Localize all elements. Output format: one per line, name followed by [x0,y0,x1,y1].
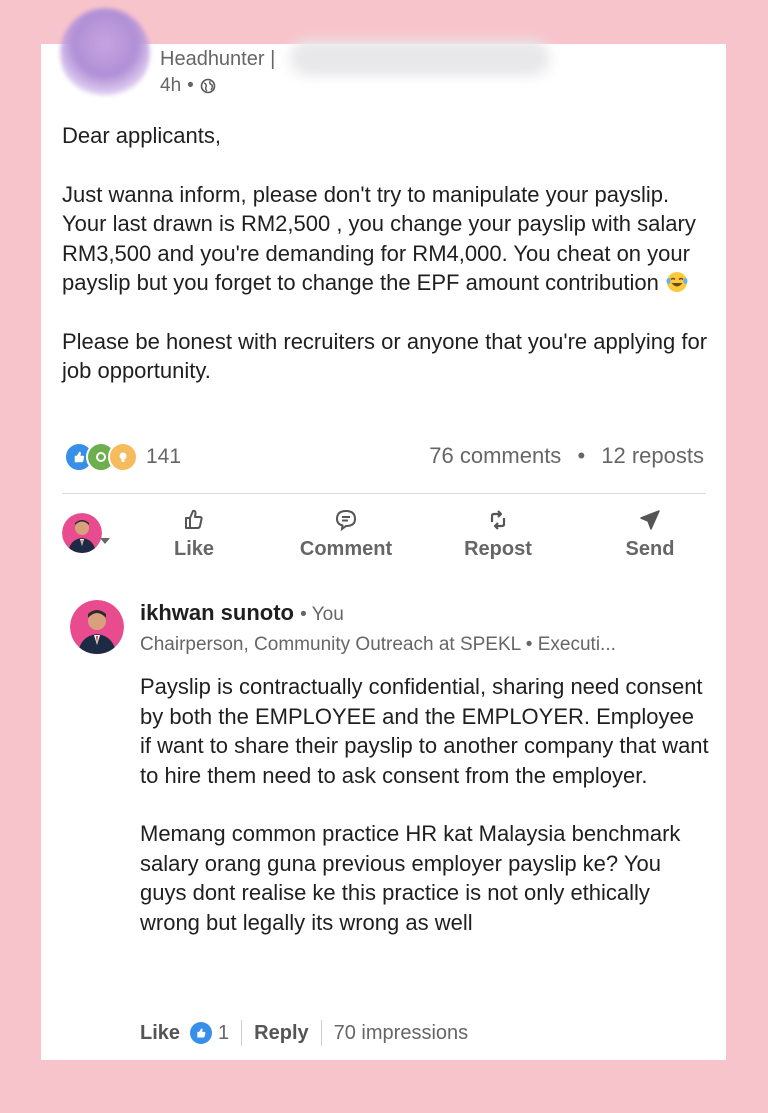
engagement-stats: 76 comments • 12 reposts [429,443,704,469]
reply-button[interactable]: Reply [254,1022,308,1045]
author-line[interactable]: Headhunter | [160,48,275,71]
post-meta: 4h • [160,75,216,97]
send-icon [640,510,660,530]
comment-button[interactable]: Comment [281,508,411,561]
commenter-avatar[interactable] [70,600,124,654]
divider [320,1020,322,1046]
reactions-count: 141 [146,445,182,468]
comments-count-link[interactable]: 76 comments [429,443,561,468]
divider [62,493,706,494]
repost-label: Repost [464,538,532,560]
you-tag: • You [300,604,344,625]
reposts-count-link[interactable]: 12 reposts [601,443,704,468]
comment-paragraph: Payslip is contractually confidential, s… [140,674,709,788]
comment-label: Comment [299,538,393,560]
author-role: Headhunter | [160,48,276,70]
post-paragraph: Dear applicants, [62,123,221,148]
thumbs-up-icon [185,509,203,529]
comment-footer: Like 1 Reply 70 impressions [140,1020,468,1046]
author-avatar-blurred[interactable] [60,8,150,98]
globe-icon [200,78,216,94]
impressions-count[interactable]: 70 impressions [334,1022,469,1045]
send-label: Send [625,538,675,560]
meta-separator: • [187,75,194,96]
author-name-blurred [290,40,550,76]
comment-like-button[interactable]: Like [140,1022,180,1045]
commenter-headline: Chairperson, Community Outreach at SPEKL… [140,634,616,655]
post-paragraph: Just wanna inform, please don't try to m… [62,181,696,296]
like-reaction-icon [190,1022,213,1044]
laughing-tears-emoji-icon [666,272,688,292]
post-paragraph-with-emoji: Just wanna inform, please don't try to m… [62,180,712,298]
send-button[interactable]: Send [585,508,715,561]
actor-avatar[interactable] [62,513,102,553]
divider [241,1020,243,1046]
post-paragraph: Please be honest with recruiters or anyo… [62,328,708,384]
comment-paragraph: Memang common practice HR kat Malaysia b… [140,821,681,935]
post-body: Dear applicants, Just wanna inform, plea… [62,121,712,415]
like-label: Like [173,538,215,560]
commenter-name-text: ikhwan sunoto [140,600,294,625]
comment-body: Payslip is contractually confidential, s… [140,672,710,966]
chevron-down-icon[interactable] [100,538,110,544]
comment-icon [335,509,357,532]
commenter-name[interactable]: ikhwan sunoto • You [140,600,344,626]
repost-button[interactable]: Repost [433,508,563,561]
post-time: 4h [160,75,182,96]
stats-separator: • [577,443,586,468]
comment-like-count[interactable]: 1 [218,1022,229,1045]
like-button[interactable]: Like [129,508,259,561]
reactions-summary[interactable]: 141 [64,442,181,472]
insightful-reaction-icon [108,442,138,472]
repost-icon [490,510,506,530]
